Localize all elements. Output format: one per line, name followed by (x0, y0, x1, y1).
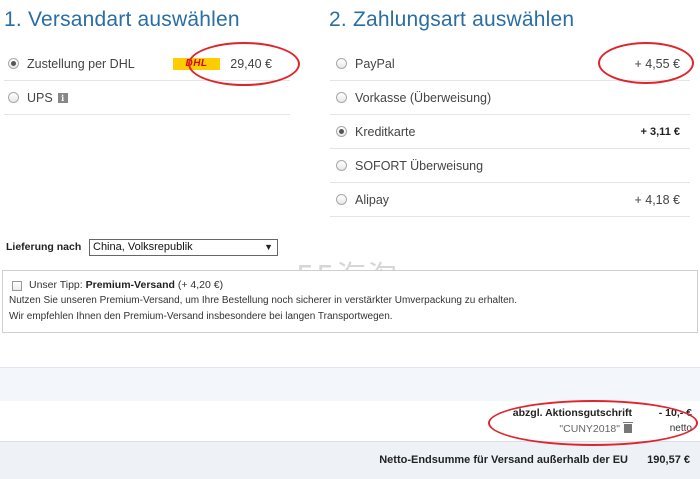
total-label: Netto-Endsumme für Versand außerhalb der… (379, 454, 628, 466)
sofort-radio[interactable] (336, 160, 347, 171)
dhl-logo-icon: DHL (173, 57, 220, 70)
payment-option-sofort[interactable]: SOFORT Überweisung (330, 149, 690, 183)
shipping-heading: 1. Versandart auswählen (4, 8, 240, 31)
sofort-label: SOFORT Überweisung (355, 158, 484, 173)
summary-band-top (0, 367, 700, 401)
paypal-label: PayPal (355, 56, 395, 71)
coupon-code: "CUNY2018" (559, 422, 633, 435)
dhl-price: 29,40 € (230, 56, 272, 71)
ups-label: UPS (27, 90, 53, 105)
kreditkarte-price: + 3,11 € (640, 125, 680, 138)
payment-option-alipay[interactable]: Alipay + 4,18 € (330, 183, 690, 217)
payment-option-vorkasse[interactable]: Vorkasse (Überweisung) (330, 81, 690, 115)
country-select-value: China, Volksrepublik (93, 241, 193, 253)
premium-tip-title: Unser Tipp: Premium-Versand (+ 4,20 €) (29, 279, 224, 291)
delivery-label: Lieferung nach (6, 241, 82, 253)
shipping-option-ups[interactable]: UPS i (4, 81, 290, 115)
dropdown-arrow-icon: ▼ (264, 242, 273, 252)
alipay-price: + 4,18 € (634, 192, 680, 207)
premium-product-name: Premium-Versand (85, 279, 175, 291)
kreditkarte-label: Kreditkarte (355, 124, 416, 139)
shipping-option-dhl[interactable]: Zustellung per DHL DHL 29,40 € (4, 47, 290, 81)
info-icon[interactable]: i (57, 92, 68, 103)
total-value: 190,57 € (647, 454, 690, 466)
kreditkarte-radio[interactable] (336, 126, 347, 137)
ups-radio[interactable] (8, 92, 19, 103)
dhl-label: Zustellung per DHL (27, 56, 135, 71)
netto-label: netto (669, 423, 692, 434)
payment-option-paypal[interactable]: PayPal + 4,55 € (330, 47, 690, 81)
paypal-radio[interactable] (336, 58, 347, 69)
premium-tip-box: Unser Tipp: Premium-Versand (+ 4,20 €) N… (2, 270, 698, 333)
vorkasse-radio[interactable] (336, 92, 347, 103)
alipay-label: Alipay (355, 192, 390, 207)
dhl-radio[interactable] (8, 58, 19, 69)
premium-tip-recommendation: Wir empfehlen Ihnen den Premium-Versand … (9, 311, 393, 322)
premium-checkbox[interactable] (12, 281, 22, 291)
trash-icon[interactable] (623, 422, 633, 433)
country-select[interactable]: China, Volksrepublik ▼ (89, 239, 278, 256)
credit-value: - 10,- € (658, 407, 692, 419)
vorkasse-label: Vorkasse (Überweisung) (355, 90, 492, 105)
payment-option-kreditkarte[interactable]: Kreditkarte + 3,11 € (330, 115, 690, 149)
credit-label: abzgl. Aktionsgutschrift (512, 407, 632, 419)
payment-heading: 2. Zahlungsart auswählen (329, 8, 575, 31)
paypal-price: + 4,55 € (634, 56, 680, 71)
alipay-radio[interactable] (336, 194, 347, 205)
premium-tip-description: Nutzen Sie unseren Premium-Versand, um I… (9, 295, 518, 306)
